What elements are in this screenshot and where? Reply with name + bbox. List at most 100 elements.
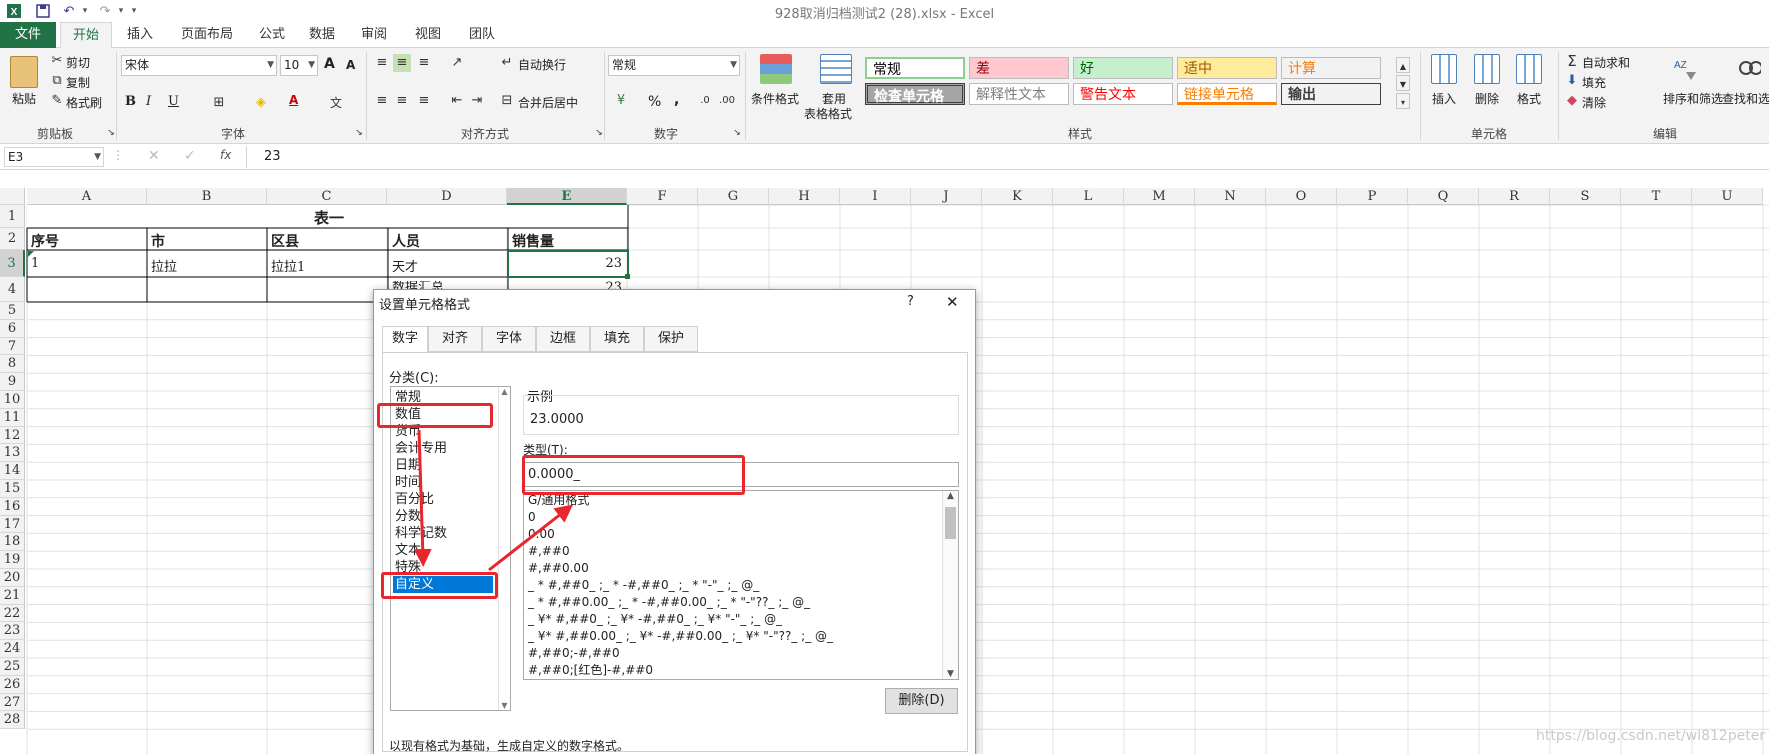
tab-data[interactable]: 数据 <box>302 22 342 48</box>
header-cell[interactable]: 市 <box>148 231 266 251</box>
phonetic-button[interactable]: 文 <box>330 94 342 111</box>
column-header[interactable]: Q <box>1408 188 1479 205</box>
table-title[interactable]: 表一 <box>147 207 508 228</box>
column-header[interactable]: T <box>1621 188 1692 205</box>
header-cell[interactable]: 销售量 <box>509 231 627 251</box>
gallery-more-icon[interactable]: ▾ <box>1396 93 1410 109</box>
data-cell[interactable]: 天才 <box>389 256 507 275</box>
dialog-tab-fill[interactable]: 填充 <box>590 326 644 352</box>
autosum-button[interactable]: 自动求和 <box>1582 54 1630 71</box>
align-bottom-icon[interactable]: ≡ <box>415 54 433 72</box>
number-format-select[interactable]: 常规 ▼ <box>608 55 740 76</box>
find-select-icon[interactable] <box>1737 54 1763 84</box>
row-header[interactable]: 27 <box>0 693 25 712</box>
row-header[interactable]: 10 <box>0 391 25 409</box>
scroll-up-icon[interactable]: ▲ <box>499 387 510 396</box>
align-right-icon[interactable]: ≡ <box>415 92 433 110</box>
conditional-format-button[interactable]: 条件格式 <box>751 90 799 107</box>
column-header[interactable]: S <box>1550 188 1621 205</box>
row-header[interactable]: 18 <box>0 533 25 552</box>
row-header[interactable]: 11 <box>0 408 25 427</box>
currency-icon[interactable]: ¥ <box>612 92 630 110</box>
increase-decimal-icon[interactable]: .0 <box>696 92 714 110</box>
scroll-thumb[interactable] <box>945 507 956 539</box>
help-button[interactable]: ? <box>907 294 914 309</box>
column-header[interactable]: G <box>698 188 769 205</box>
cell-style-item[interactable]: 计算 <box>1281 57 1381 79</box>
insert-cells-button[interactable]: 插入 <box>1432 90 1456 107</box>
tab-file[interactable]: 文件 <box>0 22 56 48</box>
font-size-select[interactable]: 10 ▼ <box>280 55 318 76</box>
cell-style-item[interactable]: 适中 <box>1177 57 1277 79</box>
formula-input[interactable]: 23 <box>264 149 281 164</box>
font-name-select[interactable]: 宋体 ▼ <box>121 55 277 76</box>
fill-color-icon[interactable]: ◈ <box>252 94 270 112</box>
row-header[interactable]: 16 <box>0 497 25 516</box>
shrink-font-button[interactable]: A <box>346 58 355 72</box>
delete-cells-button[interactable]: 删除 <box>1475 90 1499 107</box>
format-as-table-button-line2[interactable]: 表格格式 <box>804 105 852 122</box>
category-item[interactable]: 日期 <box>393 457 493 474</box>
row-header[interactable]: 20 <box>0 569 25 587</box>
format-scrollbar[interactable]: ▲ ▼ <box>942 491 958 679</box>
cut-button[interactable]: 剪切 <box>66 54 90 71</box>
column-header[interactable]: M <box>1124 188 1195 205</box>
tab-home[interactable]: 开始 <box>60 22 112 49</box>
row-header[interactable]: 17 <box>0 515 25 534</box>
cell-style-item[interactable]: 差 <box>969 57 1069 79</box>
row-header[interactable]: 25 <box>0 658 25 676</box>
paste-icon[interactable] <box>10 56 38 88</box>
close-icon[interactable]: ✕ <box>946 293 959 311</box>
category-scrollbar[interactable]: ▲ ▼ <box>498 387 510 710</box>
column-header[interactable]: O <box>1266 188 1337 205</box>
clipboard-launcher-icon[interactable]: ↘ <box>102 124 120 142</box>
insert-function-icon[interactable]: fx <box>220 148 231 162</box>
clear-button[interactable]: 清除 <box>1582 94 1606 111</box>
orientation-icon[interactable]: ↗ <box>448 54 466 72</box>
column-header[interactable]: H <box>769 188 840 205</box>
dialog-tab-number[interactable]: 数字 <box>382 326 428 353</box>
scroll-down-icon[interactable]: ▼ <box>943 669 958 679</box>
row-header[interactable]: 21 <box>0 586 25 605</box>
format-cells-icon[interactable] <box>1516 54 1542 84</box>
underline-button[interactable]: U <box>168 94 179 109</box>
percent-button[interactable]: % <box>648 94 661 110</box>
format-item[interactable]: _ * #,##0.00_ ;_ * -#,##0.00_ ;_ * "-"??… <box>528 594 810 611</box>
bold-button[interactable]: B <box>125 94 136 109</box>
category-item[interactable]: 分数 <box>393 508 493 525</box>
data-cell[interactable]: 23 <box>509 281 625 289</box>
column-header[interactable]: R <box>1479 188 1550 205</box>
alignment-launcher-icon[interactable]: ↘ <box>590 124 608 142</box>
format-item[interactable]: #,##0;-#,##0 <box>528 645 620 662</box>
column-header[interactable]: I <box>840 188 911 205</box>
gallery-up-icon[interactable]: ▲ <box>1396 57 1410 73</box>
data-cell[interactable]: 拉拉1 <box>268 256 386 275</box>
dialog-tab-font[interactable]: 字体 <box>482 326 536 352</box>
data-cell-selected[interactable]: 23 <box>509 256 625 271</box>
dialog-tab-protection[interactable]: 保护 <box>644 326 698 352</box>
dialog-tab-alignment[interactable]: 对齐 <box>428 326 482 352</box>
column-header[interactable]: L <box>1053 188 1124 205</box>
align-left-icon[interactable]: ≡ <box>373 92 391 110</box>
format-item[interactable]: 0 <box>528 509 536 526</box>
font-color-button[interactable]: A <box>289 93 298 107</box>
merge-center-button[interactable]: 合并后居中 <box>518 94 578 111</box>
cell-style-item[interactable]: 好 <box>1073 57 1173 79</box>
data-cell[interactable]: 拉拉 <box>148 256 266 275</box>
row-header[interactable]: 8 <box>0 355 25 374</box>
row-header[interactable]: 28 <box>0 711 25 730</box>
column-header[interactable]: J <box>911 188 982 205</box>
cell-style-item[interactable]: 解释性文本 <box>969 83 1069 105</box>
format-item[interactable]: #,##0 <box>528 543 570 560</box>
delete-cells-icon[interactable] <box>1474 54 1500 84</box>
format-item[interactable]: 0.00 <box>528 526 555 543</box>
tab-page-layout[interactable]: 页面布局 <box>172 22 242 48</box>
tab-review[interactable]: 审阅 <box>354 22 394 48</box>
sort-filter-button[interactable]: 排序和筛选 <box>1663 90 1723 107</box>
delete-format-button[interactable]: 删除(D) <box>885 688 958 714</box>
row-header[interactable]: 19 <box>0 551 25 569</box>
row-header[interactable]: 7 <box>0 337 25 356</box>
format-painter-button[interactable]: 格式刷 <box>66 94 102 111</box>
column-header[interactable]: N <box>1195 188 1266 205</box>
row-header[interactable]: 13 <box>0 444 25 463</box>
